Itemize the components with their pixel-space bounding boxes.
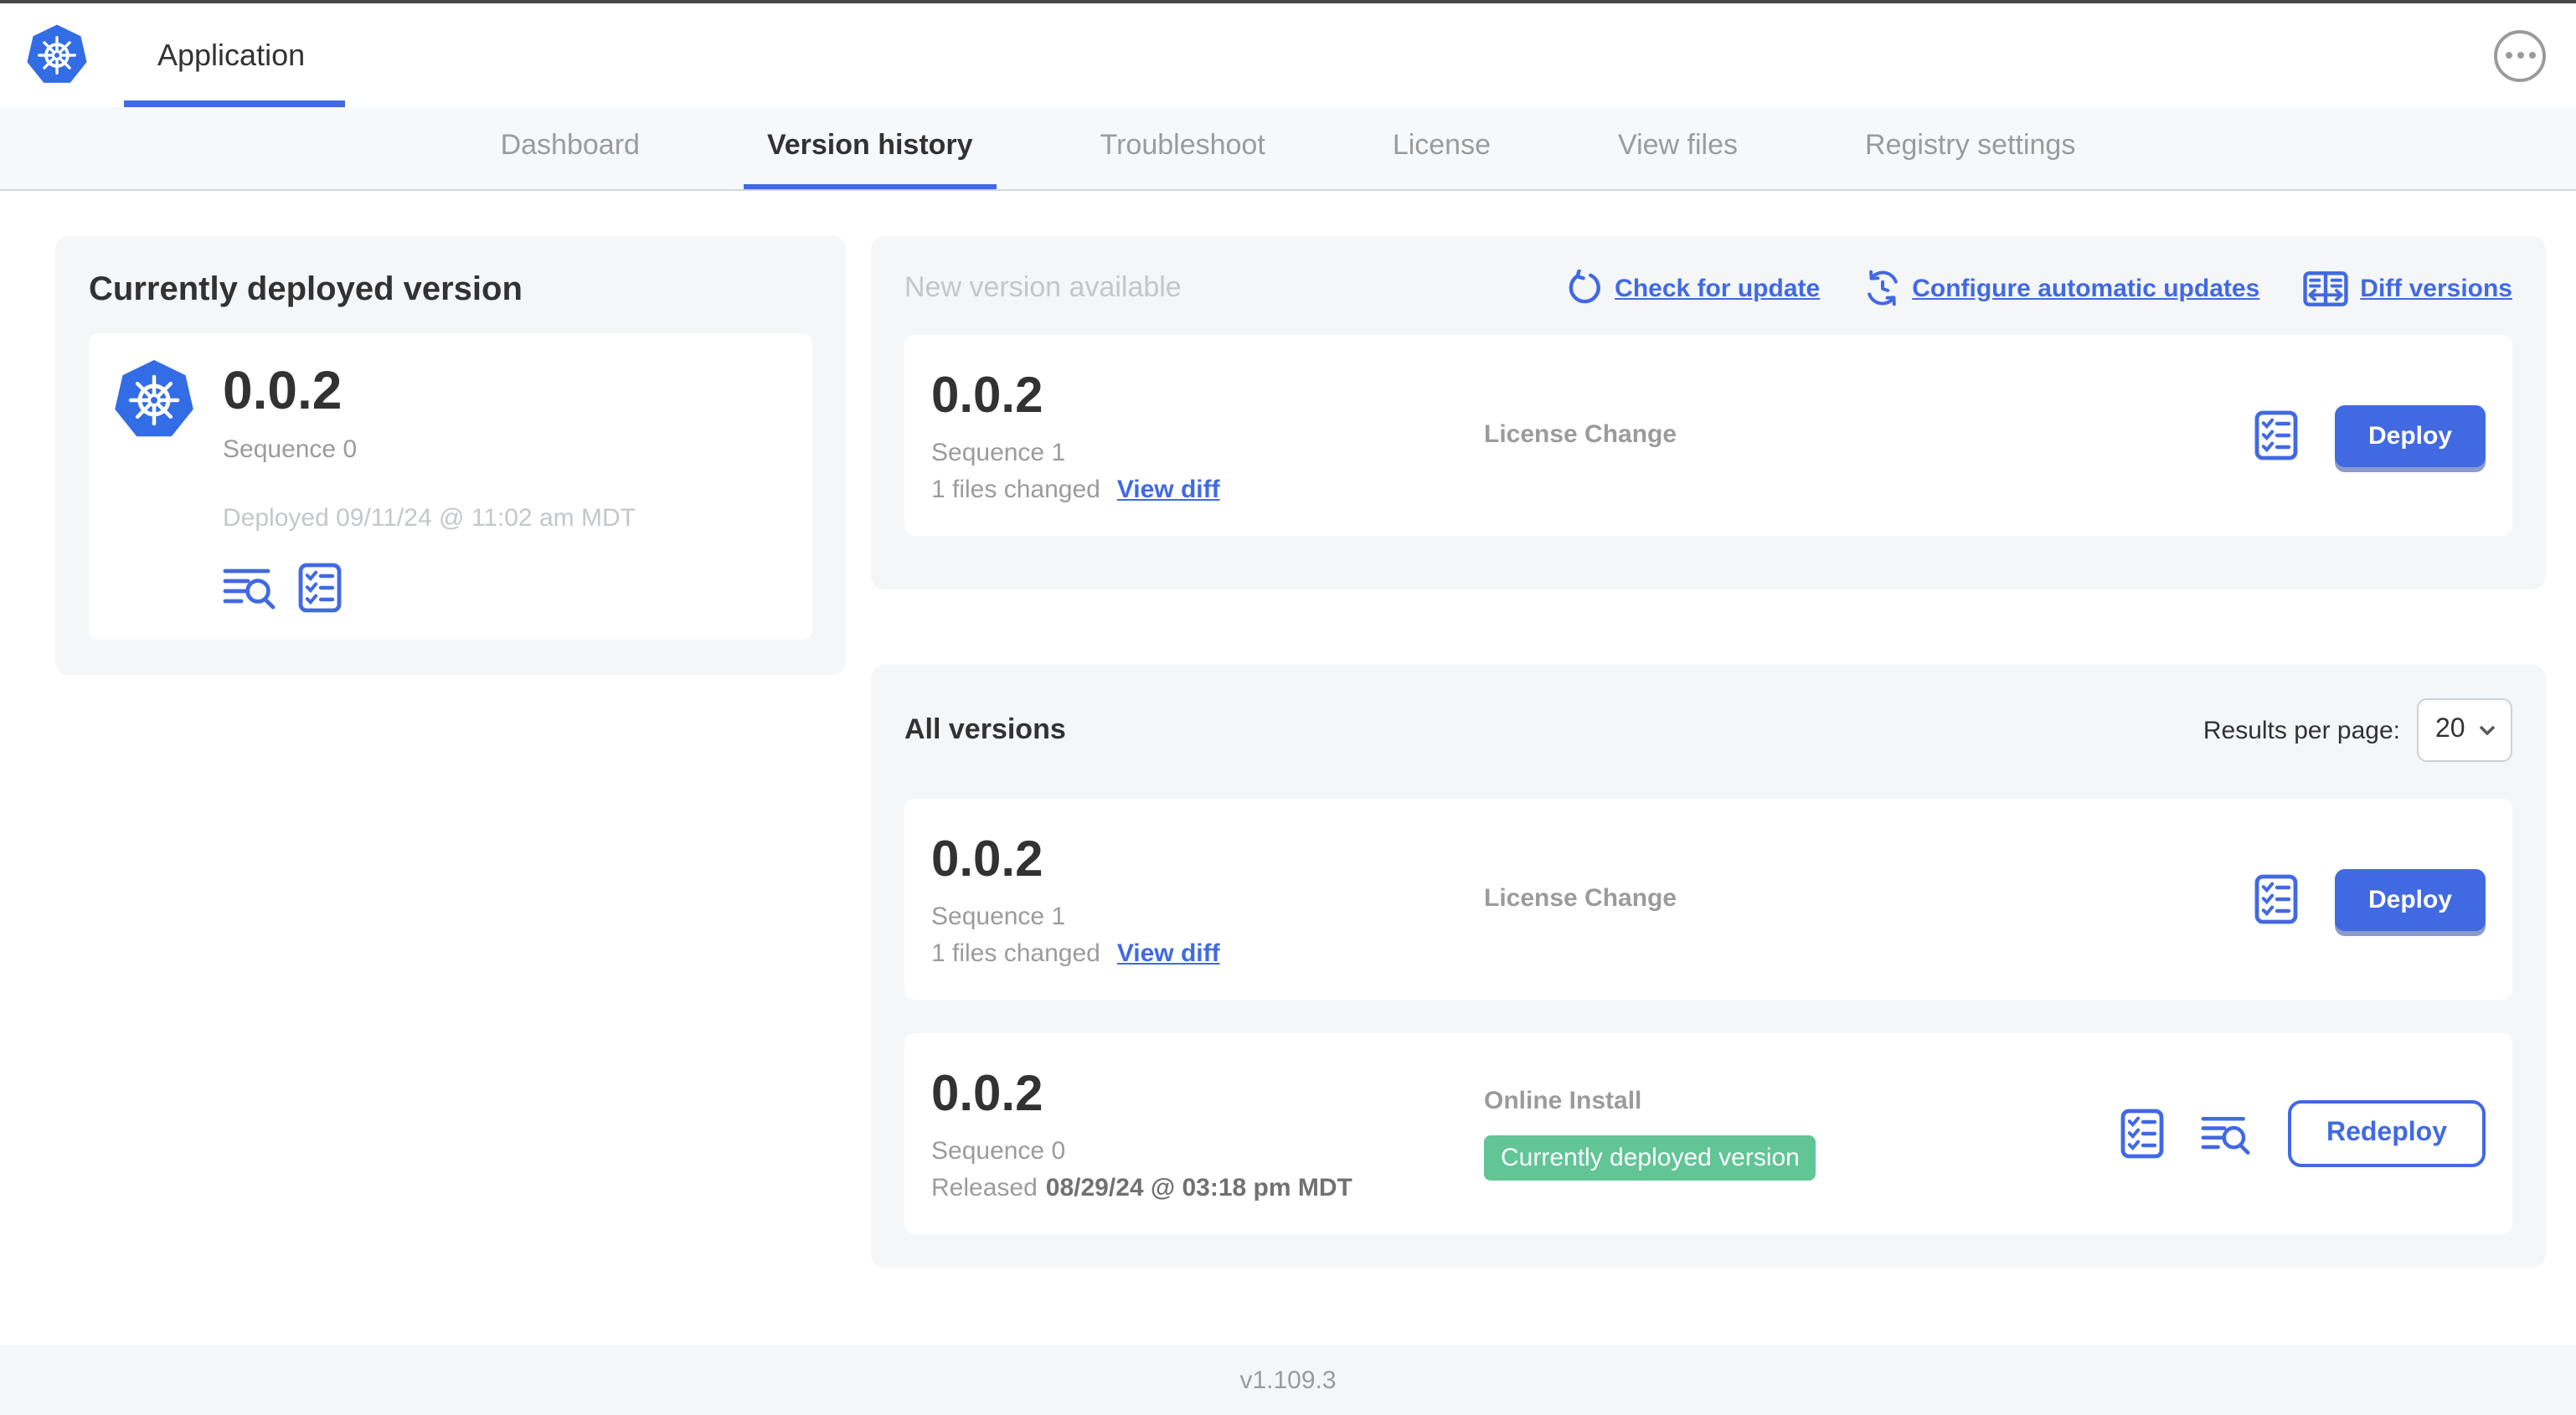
version-row: 0.0.2 Sequence 0 Released 08/29/24 @ 03:1… — [904, 1033, 2512, 1234]
new-version-heading: New version available — [904, 271, 1182, 303]
config-checklist-icon[interactable] — [2254, 410, 2298, 461]
version-source: License Change — [1484, 420, 1677, 449]
all-versions-heading: All versions — [904, 713, 1066, 745]
view-logs-icon[interactable] — [223, 566, 276, 610]
refresh-icon — [1569, 270, 1601, 304]
console-version: v1.109.3 — [1239, 1366, 1337, 1394]
results-per-page-select[interactable]: 20 — [2417, 698, 2512, 762]
app-nav-tabs: Dashboard Version history Troubleshoot L… — [0, 107, 2576, 191]
check-for-update-link[interactable]: Check for update — [1566, 270, 1820, 306]
kubernetes-logo-icon — [27, 24, 87, 83]
deploy-button[interactable]: Deploy — [2334, 868, 2486, 930]
files-changed-text: 1 files changed — [931, 476, 1100, 504]
results-per-page-label: Results per page: — [2202, 716, 2400, 744]
version-number: 0.0.2 — [931, 832, 1043, 888]
main-content: Currently deployed version 0.0.2 Sequenc… — [0, 191, 2576, 1345]
files-changed-text: 1 files changed — [931, 939, 1100, 968]
version-sequence: Sequence 1 — [931, 903, 1066, 931]
new-version-card: 0.0.2 Sequence 1 1 files changed View di… — [904, 335, 2512, 536]
tab-dashboard[interactable]: Dashboard — [477, 107, 663, 189]
tab-version-history[interactable]: Version history — [743, 107, 997, 189]
tab-view-files[interactable]: View files — [1595, 107, 1761, 189]
kubernetes-logo-icon — [115, 360, 193, 437]
view-diff-link[interactable]: View diff — [1117, 476, 1220, 504]
version-number: 0.0.2 — [931, 1067, 1043, 1122]
tab-registry-settings[interactable]: Registry settings — [1842, 107, 2099, 189]
top-bar: Application — [0, 0, 2576, 107]
more-menu-button[interactable] — [2494, 29, 2546, 81]
ellipsis-icon — [2505, 52, 2512, 59]
version-source: Online Install — [1484, 1087, 1642, 1115]
deployed-version-number: 0.0.2 — [223, 360, 343, 420]
app-title[interactable]: Application — [157, 38, 305, 73]
redeploy-button[interactable]: Redeploy — [2287, 1100, 2486, 1167]
config-checklist-icon[interactable] — [2120, 1109, 2164, 1159]
deployed-sequence: Sequence 0 — [223, 435, 358, 464]
currently-deployed-panel: Currently deployed version 0.0.2 Sequenc… — [55, 236, 846, 675]
active-app-indicator — [124, 100, 345, 107]
deploy-button[interactable]: Deploy — [2334, 404, 2486, 466]
view-diff-link[interactable]: View diff — [1117, 939, 1220, 968]
all-versions-panel: All versions Results per page: 20 0.0.2 … — [871, 665, 2546, 1268]
config-checklist-icon[interactable] — [2254, 874, 2298, 924]
version-source: License Change — [1484, 884, 1677, 913]
currently-deployed-card: 0.0.2 Sequence 0 Deployed 09/11/24 @ 11:… — [89, 333, 812, 640]
version-sequence: Sequence 0 — [931, 1137, 1066, 1165]
deployed-timestamp: Deployed 09/11/24 @ 11:02 am MDT — [223, 504, 636, 533]
diff-icon — [2303, 270, 2348, 306]
kots-admin-console: Application Dashboard Version history Tr… — [0, 0, 2576, 1415]
schedule-icon — [1867, 270, 1898, 306]
version-row: 0.0.2 Sequence 1 1 files changed View di… — [904, 799, 2512, 1000]
version-number: 0.0.2 — [931, 368, 1043, 424]
footer: v1.109.3 — [0, 1345, 2576, 1415]
chevron-down-icon — [2479, 725, 2496, 735]
diff-versions-link[interactable]: Diff versions — [2303, 270, 2512, 306]
view-logs-icon[interactable] — [2201, 1113, 2251, 1155]
currently-deployed-heading: Currently deployed version — [89, 271, 523, 308]
config-checklist-icon[interactable] — [296, 563, 343, 613]
released-timestamp: Released 08/29/24 @ 03:18 pm MDT — [931, 1174, 1352, 1202]
new-version-panel: New version available Check for update C… — [871, 236, 2546, 589]
configure-automatic-updates-link[interactable]: Configure automatic updates — [1863, 270, 2259, 306]
currently-deployed-badge: Currently deployed version — [1484, 1135, 1816, 1181]
version-sequence: Sequence 1 — [931, 439, 1066, 467]
tab-troubleshoot[interactable]: Troubleshoot — [1077, 107, 1289, 189]
tab-license[interactable]: License — [1369, 107, 1514, 189]
